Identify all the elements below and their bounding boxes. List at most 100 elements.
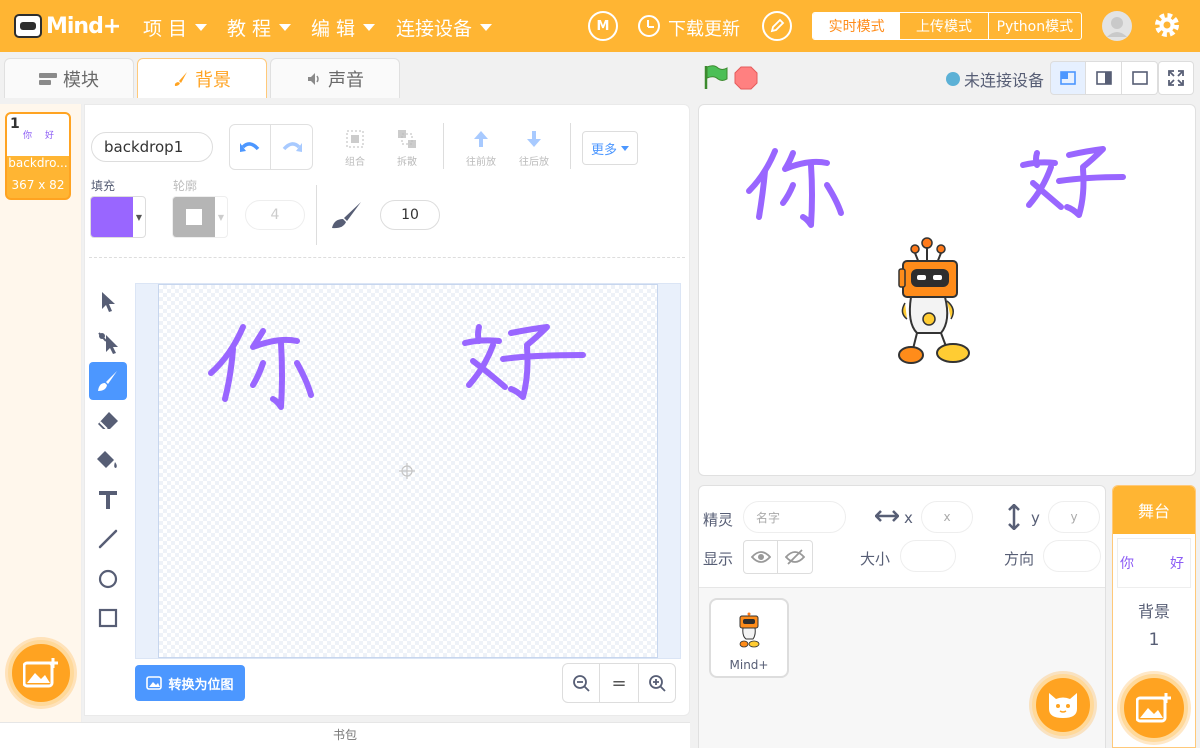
- menu-bar: Mind+ 项 目 教 程 编 辑 连接设备 M 下载更新 实时模式 上传模式 …: [0, 0, 1200, 52]
- large-stage-button[interactable]: [1086, 61, 1122, 95]
- toolbar-divider: [443, 123, 444, 169]
- download-update-button[interactable]: 下载更新: [668, 15, 740, 41]
- fullscreen-button[interactable]: [1158, 61, 1194, 95]
- stage-size-toggle: [1050, 61, 1158, 95]
- tab-sounds[interactable]: 声音: [270, 58, 400, 98]
- hide-stage-button[interactable]: [1122, 61, 1158, 95]
- text-icon: [99, 490, 117, 509]
- backward-button[interactable]: 往后放: [509, 129, 559, 168]
- green-flag-button[interactable]: [702, 64, 728, 90]
- menu-edit[interactable]: 编 辑: [311, 14, 376, 41]
- backdrop-name: backdro...: [8, 156, 68, 170]
- eye-icon: [750, 551, 771, 563]
- blocks-icon: [39, 72, 57, 85]
- user-avatar[interactable]: [1102, 11, 1132, 41]
- stage-thumb-char: 好: [1170, 556, 1184, 572]
- group-label: 组合: [345, 157, 365, 168]
- more-button[interactable]: 更多: [582, 131, 638, 165]
- small-stage-button[interactable]: [1050, 61, 1086, 95]
- ungroup-label: 拆散: [397, 157, 417, 168]
- zoom-reset-button[interactable]: =: [600, 663, 638, 703]
- line-tool[interactable]: [89, 520, 127, 558]
- mode-realtime[interactable]: 实时模式: [813, 13, 901, 39]
- show-label: 显示: [703, 550, 734, 568]
- circle-tool[interactable]: [89, 560, 127, 598]
- arrow-up-icon: [471, 129, 491, 149]
- caret-down-icon: [279, 24, 292, 31]
- convert-label: 转换为位图: [168, 677, 234, 693]
- brush-icon: [98, 371, 117, 391]
- sprite-item[interactable]: Mind+: [709, 598, 789, 678]
- sprite-info-panel: 精灵 名字 x x y y 显示 大小 方向 Mind+: [698, 485, 1106, 748]
- green-flag-icon: [704, 65, 728, 89]
- gear-icon[interactable]: [1152, 10, 1182, 40]
- paint-canvas[interactable]: [158, 284, 658, 658]
- add-backdrop-button[interactable]: [8, 640, 74, 706]
- zoom-out-button[interactable]: [562, 663, 600, 703]
- reshape-tool[interactable]: [89, 323, 127, 361]
- toolbar-separator: [89, 257, 685, 258]
- undo-redo-group: [229, 124, 313, 170]
- backdrop-size: 367 x 82: [11, 178, 65, 192]
- robot-sprite-thumbnail: [739, 612, 760, 648]
- backdrop-item[interactable]: 1 你 好 backdro... 367 x 82: [5, 112, 71, 200]
- stage-backdrop-count: 1: [1148, 630, 1160, 650]
- caret-down-icon: [363, 24, 376, 31]
- y-input[interactable]: y: [1048, 501, 1100, 533]
- stage[interactable]: [698, 104, 1196, 476]
- rectangle-tool[interactable]: [89, 599, 127, 637]
- menu-tutorial[interactable]: 教 程: [227, 14, 292, 41]
- add-stage-backdrop-button[interactable]: [1120, 674, 1188, 742]
- x-input[interactable]: x: [921, 501, 973, 533]
- ungroup-button[interactable]: 拆散: [382, 129, 432, 168]
- tool-palette: [89, 283, 129, 639]
- group-button[interactable]: 组合: [330, 129, 380, 168]
- x-label: x: [904, 509, 913, 527]
- course-icon[interactable]: M: [588, 11, 618, 41]
- backdrop-mini-char: 你: [23, 131, 33, 141]
- select-tool[interactable]: [89, 283, 127, 321]
- eraser-tool[interactable]: [89, 402, 127, 440]
- direction-label: 方向: [1004, 550, 1035, 568]
- undo-button[interactable]: [229, 124, 271, 170]
- group-icon: [345, 129, 365, 149]
- large-stage-icon: [1095, 71, 1112, 85]
- line-icon: [98, 529, 118, 549]
- mode-upload[interactable]: 上传模式: [900, 13, 987, 39]
- small-stage-icon: [1060, 71, 1076, 85]
- stage-panel-title: 舞台: [1113, 486, 1195, 534]
- mindplus-logo[interactable]: Mind+: [14, 8, 124, 44]
- size-input[interactable]: [900, 540, 956, 572]
- fill-label: 填充: [91, 179, 116, 193]
- text-tool[interactable]: [89, 481, 127, 519]
- outline-color-picker[interactable]: ▼: [172, 196, 228, 238]
- stop-icon: [734, 66, 758, 90]
- stop-button[interactable]: [734, 66, 758, 90]
- outline-color-swatch: [173, 197, 215, 237]
- forward-button[interactable]: 往前放: [456, 129, 506, 168]
- direction-input[interactable]: [1043, 540, 1101, 572]
- show-sprite-button[interactable]: [743, 540, 778, 574]
- sprite-name-input[interactable]: 名字: [743, 501, 846, 533]
- brush-tool[interactable]: [89, 362, 127, 400]
- edit-note-icon[interactable]: [762, 11, 792, 41]
- fill-color-picker[interactable]: ▼: [90, 196, 146, 238]
- tab-backdrops[interactable]: 背景: [137, 58, 267, 98]
- undo-icon: [240, 142, 260, 152]
- backpack-bar[interactable]: 书包: [0, 722, 690, 748]
- costume-name-input[interactable]: backdrop1: [91, 132, 213, 162]
- zoom-in-button[interactable]: [638, 663, 676, 703]
- menu-project[interactable]: 项 目: [143, 14, 208, 41]
- mode-python[interactable]: Python模式: [987, 13, 1081, 39]
- fill-tool[interactable]: [89, 441, 127, 479]
- clock-icon[interactable]: [638, 15, 660, 37]
- convert-to-bitmap-button[interactable]: 转换为位图: [135, 665, 245, 701]
- redo-button[interactable]: [271, 124, 313, 170]
- paint-canvas-area: [135, 283, 681, 659]
- outline-width-input[interactable]: 4: [245, 200, 305, 230]
- brush-size-input[interactable]: 10: [380, 200, 440, 230]
- add-sprite-button[interactable]: [1032, 674, 1094, 736]
- tab-blocks[interactable]: 模块: [4, 58, 134, 98]
- menu-connect-device[interactable]: 连接设备: [396, 14, 493, 41]
- hide-sprite-button[interactable]: [778, 540, 813, 574]
